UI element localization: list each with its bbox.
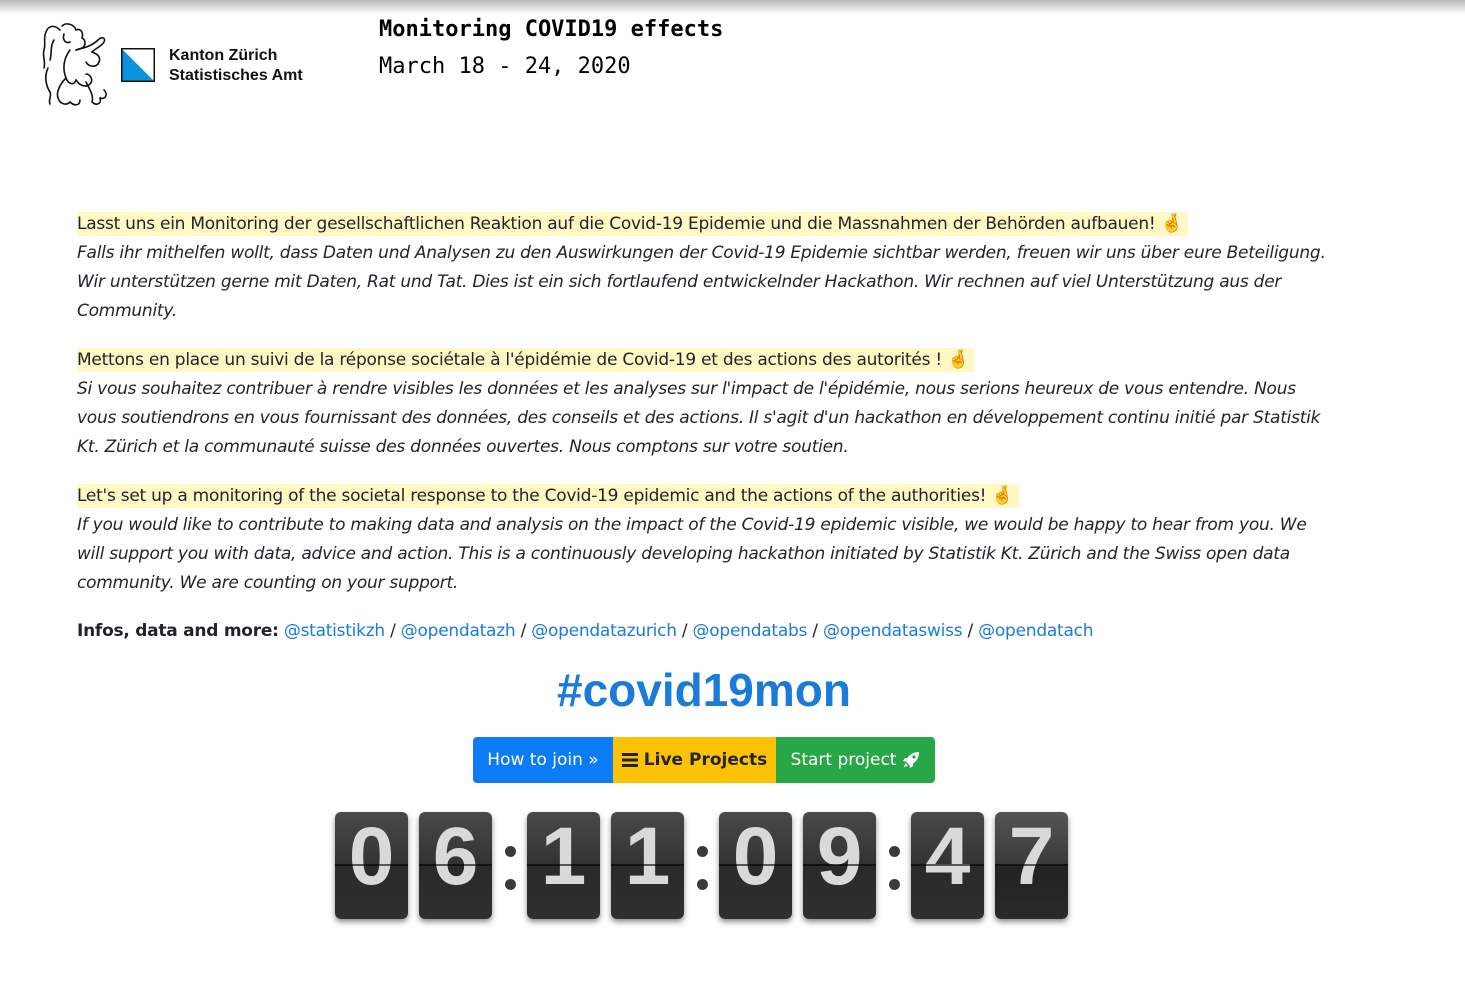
link-separator: / — [967, 621, 974, 641]
intro-section: Lasst uns ein Monitoring der gesellschaf… — [77, 209, 1337, 665]
hashtag-heading[interactable]: #covid19mon — [0, 660, 1408, 720]
link-statistikzh[interactable]: @statistikzh — [284, 621, 385, 641]
top-shadow — [0, 0, 1465, 14]
countdown-digit: 4 — [911, 812, 984, 919]
how-to-join-label: How to join » — [487, 750, 599, 770]
countdown-digit: 0 — [335, 812, 408, 919]
link-opendatazh[interactable]: @opendatazh — [401, 621, 516, 641]
action-buttons: How to join » Live Projects Start projec… — [473, 737, 935, 783]
intro-de-headline: Lasst uns ein Monitoring der gesellschaf… — [77, 212, 1188, 236]
how-to-join-button[interactable]: How to join » — [473, 737, 613, 783]
live-projects-label: Live Projects — [643, 750, 768, 770]
org-name: Kanton Zürich Statistisches Amt — [169, 46, 303, 86]
rocket-icon — [903, 752, 920, 768]
countdown-digit: 1 — [527, 812, 600, 919]
intro-fr-headline: Mettons en place un suivi de la réponse … — [77, 348, 975, 372]
fingers-crossed-icon: 🤞 — [1160, 213, 1183, 234]
countdown-digit: 1 — [611, 812, 684, 919]
social-links-label: Infos, data and more: — [77, 621, 279, 641]
fingers-crossed-icon: 🤞 — [991, 485, 1014, 506]
start-project-label: Start project — [790, 750, 897, 770]
countdown-separator — [887, 812, 901, 919]
list-icon — [621, 753, 638, 767]
header-titles: Monitoring COVID19 effects March 18 - 24… — [379, 15, 723, 82]
countdown-separator — [503, 812, 517, 919]
zurich-flag-icon — [121, 48, 155, 82]
intro-en-body: If you would like to contribute to makin… — [77, 515, 1307, 593]
zurich-lion-icon — [42, 23, 107, 106]
countdown-digit: 7 — [995, 812, 1068, 919]
intro-en: Let's set up a monitoring of the societa… — [77, 481, 1337, 598]
countdown-clock: 0 6 1 1 0 9 4 7 — [335, 812, 1075, 924]
org-line-1: Kanton Zürich — [169, 47, 278, 64]
link-opendatabs[interactable]: @opendatabs — [693, 621, 808, 641]
countdown-digit: 0 — [719, 812, 792, 919]
link-opendatach[interactable]: @opendatach — [978, 621, 1093, 641]
intro-de-body: Falls ihr mithelfen wollt, dass Daten un… — [77, 243, 1326, 321]
intro-fr-body: Si vous souhaitez contribuer à rendre vi… — [77, 379, 1321, 457]
live-projects-button[interactable]: Live Projects — [613, 737, 776, 783]
countdown-separator — [695, 812, 709, 919]
page-dates: March 18 - 24, 2020 — [379, 54, 631, 79]
link-separator: / — [520, 621, 527, 641]
link-separator: / — [681, 621, 688, 641]
link-opendataswiss[interactable]: @opendataswiss — [823, 621, 963, 641]
org-line-2: Statistisches Amt — [169, 67, 303, 84]
start-project-button[interactable]: Start project — [776, 737, 935, 783]
link-opendatazurich[interactable]: @opendatazurich — [531, 621, 677, 641]
fingers-crossed-icon: 🤞 — [947, 349, 970, 370]
intro-de: Lasst uns ein Monitoring der gesellschaf… — [77, 209, 1337, 326]
link-separator: / — [390, 621, 396, 641]
countdown-digit: 6 — [419, 812, 492, 919]
link-separator: / — [812, 621, 818, 641]
page-title: Monitoring COVID19 effects — [379, 17, 724, 42]
countdown-digit: 9 — [803, 812, 876, 919]
intro-fr: Mettons en place un suivi de la réponse … — [77, 345, 1337, 462]
social-links: Infos, data and more: @statistikzh / @op… — [77, 617, 1337, 646]
intro-en-headline: Let's set up a monitoring of the societa… — [77, 484, 1019, 508]
